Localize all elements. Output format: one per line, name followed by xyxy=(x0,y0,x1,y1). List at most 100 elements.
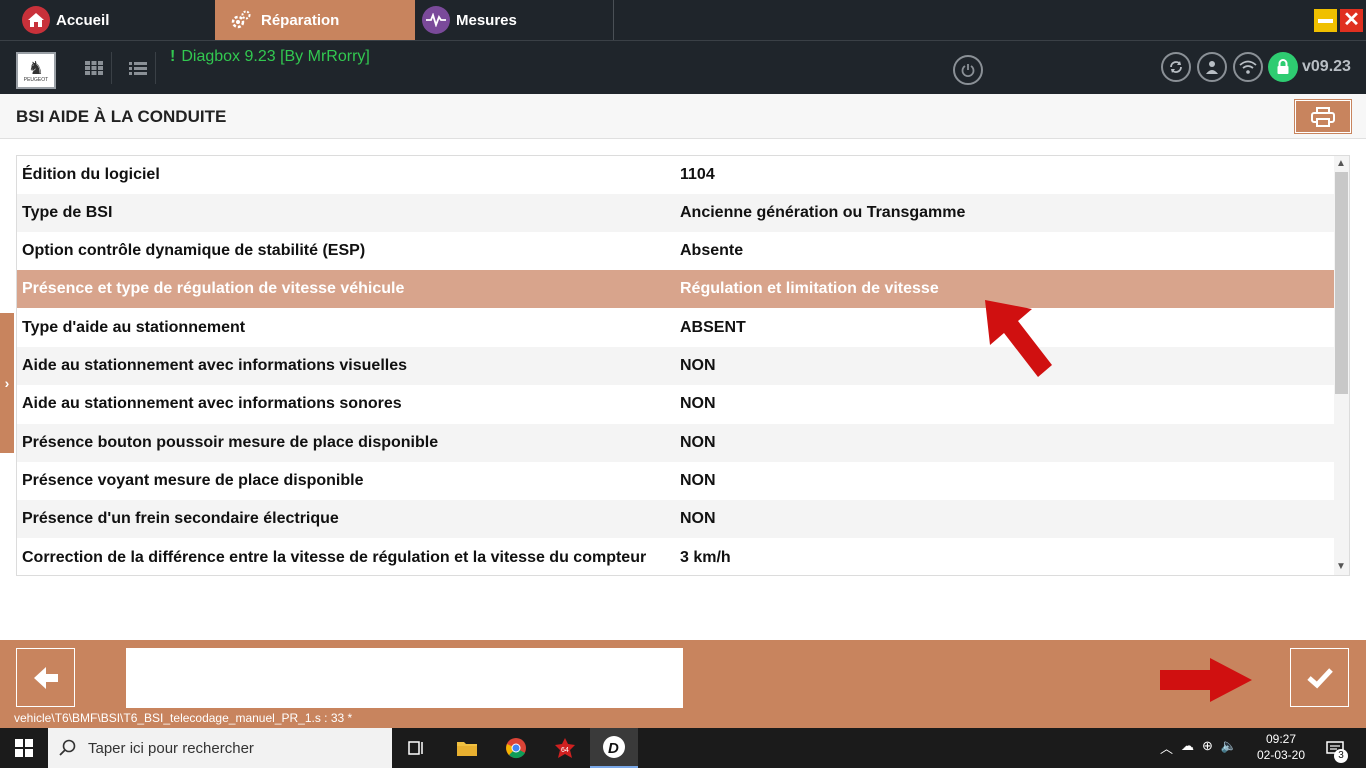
tab-label: Accueil xyxy=(56,11,110,29)
tab-label: Mesures xyxy=(456,11,517,29)
table-row[interactable]: Présence bouton poussoir mesure de place… xyxy=(17,424,1334,462)
app-title-text: Diagbox 9.23 [By MrRorry] xyxy=(181,48,370,65)
diagbox-icon: D xyxy=(603,736,625,758)
row-label: Option contrôle dynamique de stabilité (… xyxy=(22,242,366,259)
logo-text: PEUGEOT xyxy=(23,76,49,83)
row-value: ABSENT xyxy=(680,319,746,336)
table-row[interactable]: Type d'aide au stationnement ABSENT xyxy=(17,309,1334,347)
table-row[interactable]: Présence d'un frein secondaire électriqu… xyxy=(17,500,1334,538)
table-row[interactable]: Édition du logiciel 1104 xyxy=(17,156,1334,194)
table-row[interactable]: Type de BSI Ancienne génération ou Trans… xyxy=(17,194,1334,232)
search-icon xyxy=(48,739,88,757)
tab-mesures[interactable]: Mesures xyxy=(422,0,614,40)
row-label: Édition du logiciel xyxy=(22,166,160,183)
lion-icon: ♞ xyxy=(27,57,45,78)
table-row-selected[interactable]: Présence et type de régulation de vitess… xyxy=(17,270,1334,308)
sync-button[interactable] xyxy=(1161,52,1191,82)
svg-text:D: D xyxy=(608,740,619,757)
tab-reparation[interactable]: Réparation xyxy=(215,0,415,40)
table-row[interactable]: Aide au stationnement avec informations … xyxy=(17,347,1334,385)
printer-icon xyxy=(1311,106,1335,127)
row-label: Aide au stationnement avec informations … xyxy=(22,395,402,412)
validate-button[interactable] xyxy=(1289,647,1350,708)
app-64-icon: 64 xyxy=(555,738,575,758)
row-value: NON xyxy=(680,357,716,374)
clock-time: 09:27 xyxy=(1265,732,1297,746)
list-icon xyxy=(128,62,147,75)
task-view-icon xyxy=(408,741,423,755)
row-value: NON xyxy=(680,510,716,527)
lock-button[interactable] xyxy=(1268,52,1298,82)
grid-view-button[interactable] xyxy=(76,52,112,84)
user-icon xyxy=(1206,61,1218,74)
file-explorer-button[interactable] xyxy=(443,728,491,768)
search-placeholder: Taper ici pour rechercher xyxy=(88,739,254,757)
close-button[interactable]: ✕ xyxy=(1340,9,1363,32)
table-row[interactable]: Présence voyant mesure de place disponib… xyxy=(17,462,1334,500)
table-row[interactable]: Correction de la différence entre la vit… xyxy=(17,539,1334,575)
row-label: Présence et type de régulation de vitess… xyxy=(22,280,405,297)
chevron-up-icon[interactable]: ︿ xyxy=(1160,738,1173,757)
minimize-button[interactable] xyxy=(1314,9,1337,32)
row-label: Présence voyant mesure de place disponib… xyxy=(22,472,364,489)
alert-icon: ! xyxy=(170,48,176,65)
tab-accueil[interactable]: Accueil xyxy=(22,0,212,40)
task-view-button[interactable] xyxy=(392,728,440,768)
pulse-icon xyxy=(422,6,450,34)
taskbar-search[interactable]: Taper ici pour rechercher xyxy=(48,728,392,768)
row-label: Présence d'un frein secondaire électriqu… xyxy=(22,510,339,527)
row-value: Régulation et limitation de vitesse xyxy=(680,280,939,297)
page-title: BSI AIDE À LA CONDUITE xyxy=(16,107,227,126)
row-value: NON xyxy=(680,472,716,489)
svg-text:64: 64 xyxy=(561,747,569,754)
scroll-down-icon[interactable]: ▼ xyxy=(1336,561,1346,572)
power-button[interactable] xyxy=(953,55,983,85)
scrollbar-thumb[interactable] xyxy=(1335,172,1348,394)
system-tray[interactable]: ︿ ☁ ⊕ 🔈 xyxy=(1160,738,1237,757)
row-label: Aide au stationnement avec informations … xyxy=(22,357,407,374)
user-button[interactable] xyxy=(1197,52,1227,82)
row-value: 3 km/h xyxy=(680,549,731,566)
start-button[interactable] xyxy=(0,728,48,768)
side-panel-toggle[interactable]: › xyxy=(0,313,14,453)
grid-icon xyxy=(84,61,103,75)
message-box xyxy=(126,648,683,708)
app-64-button[interactable]: 64 xyxy=(541,728,589,768)
annotation-arrow-icon xyxy=(1160,658,1252,702)
notification-count-badge: 3 xyxy=(1334,749,1348,763)
app-title: ! Diagbox 9.23 [By MrRorry] xyxy=(170,48,370,66)
windows-icon xyxy=(15,739,33,757)
back-button[interactable] xyxy=(15,647,76,708)
script-status-path: vehicle\T6\BMF\BSI\T6_BSI_telecodage_man… xyxy=(14,711,353,725)
list-view-button[interactable] xyxy=(120,52,156,84)
power-icon xyxy=(961,64,975,77)
row-value: Ancienne génération ou Transgamme xyxy=(680,204,966,221)
scroll-up-icon[interactable]: ▲ xyxy=(1336,158,1346,169)
row-value: NON xyxy=(680,395,716,412)
chevron-right-icon: › xyxy=(4,375,10,391)
tab-label: Réparation xyxy=(261,11,340,29)
wifi-button[interactable] xyxy=(1233,52,1263,82)
table-row[interactable]: Aide au stationnement avec informations … xyxy=(17,385,1334,423)
checkmark-icon xyxy=(1306,667,1333,688)
row-value: 1104 xyxy=(680,166,715,183)
network-icon[interactable]: ⊕ xyxy=(1202,738,1213,757)
onedrive-icon[interactable]: ☁ xyxy=(1181,738,1194,757)
refresh-icon xyxy=(1170,61,1182,73)
clock-date: 02-03-20 xyxy=(1256,748,1306,762)
row-label: Correction de la différence entre la vit… xyxy=(22,549,647,566)
gears-icon xyxy=(227,6,255,34)
table-row[interactable]: Option contrôle dynamique de stabilité (… xyxy=(17,232,1334,270)
home-icon xyxy=(22,6,50,34)
row-value: Absente xyxy=(680,242,744,259)
lock-icon xyxy=(1277,59,1289,74)
print-button[interactable] xyxy=(1294,99,1352,134)
arrow-left-icon xyxy=(33,666,58,689)
chrome-button[interactable] xyxy=(492,728,540,768)
volume-icon[interactable]: 🔈 xyxy=(1221,738,1237,757)
taskbar-clock[interactable]: 09:27 02-03-20 xyxy=(1256,731,1306,763)
chrome-icon xyxy=(506,738,526,759)
diagbox-taskbar-button[interactable]: D xyxy=(590,728,638,768)
row-label: Type d'aide au stationnement xyxy=(22,319,246,336)
row-label: Présence bouton poussoir mesure de place… xyxy=(22,434,439,451)
